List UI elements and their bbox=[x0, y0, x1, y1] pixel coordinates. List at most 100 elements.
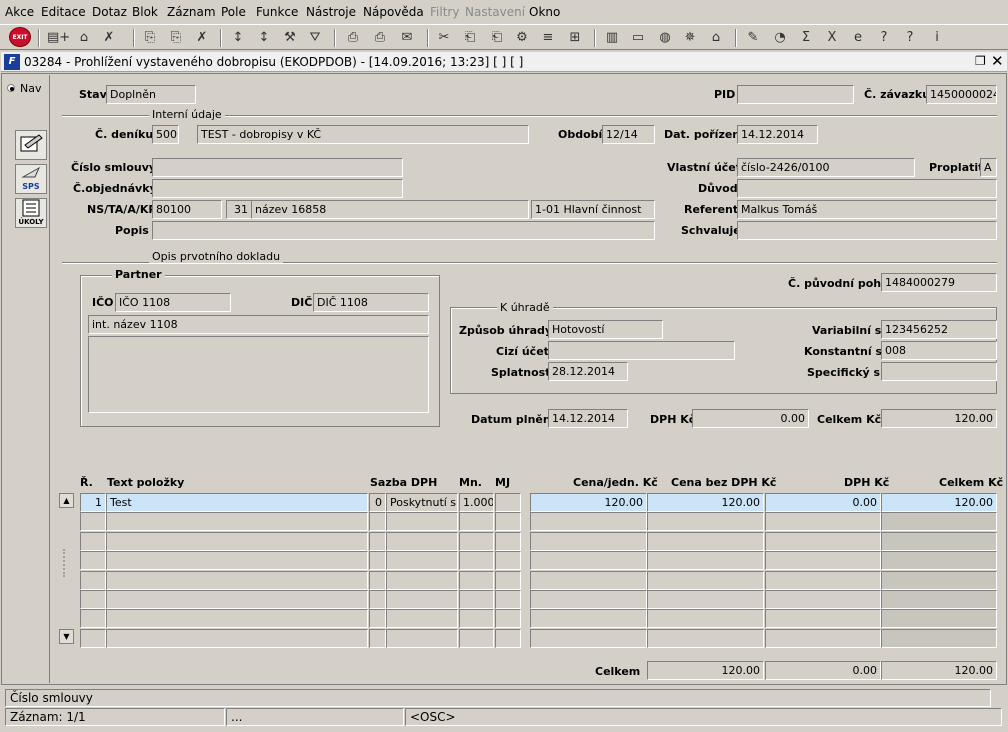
report-icon[interactable]: ▥ bbox=[602, 28, 622, 48]
menu-8[interactable]: Nápověda bbox=[363, 5, 424, 19]
edit-icon[interactable]: ✎ bbox=[743, 28, 763, 48]
ico-field[interactable]: IČO 1108 bbox=[115, 293, 231, 312]
table-cell[interactable] bbox=[106, 551, 368, 571]
row1-cena[interactable]: 120.00 bbox=[530, 493, 647, 512]
table-cell[interactable] bbox=[881, 609, 997, 629]
table-cell[interactable] bbox=[386, 628, 458, 648]
table-cell[interactable] bbox=[530, 551, 647, 571]
table-cell[interactable] bbox=[881, 551, 997, 571]
tree-icon[interactable]: ⊞ bbox=[565, 28, 585, 48]
ucet-field[interactable]: číslo-2426/0100 bbox=[737, 158, 915, 177]
menu-1[interactable]: Editace bbox=[41, 5, 86, 19]
table-cell[interactable] bbox=[459, 551, 494, 571]
table-cell[interactable] bbox=[495, 531, 521, 551]
copy-icon[interactable]: ⎘ bbox=[140, 28, 160, 48]
table-cell[interactable] bbox=[459, 609, 494, 629]
menu-0[interactable]: Akce bbox=[5, 5, 34, 19]
table-cell[interactable] bbox=[765, 570, 881, 590]
table-cell[interactable] bbox=[80, 590, 106, 609]
table-cell[interactable] bbox=[459, 570, 494, 590]
table-cell[interactable] bbox=[386, 590, 458, 609]
total-dph[interactable]: 0.00 bbox=[765, 661, 881, 680]
table-cell[interactable] bbox=[386, 531, 458, 551]
clear-icon[interactable]: ✗ bbox=[192, 28, 212, 48]
total-bezdph[interactable]: 120.00 bbox=[647, 661, 764, 680]
table-cell[interactable] bbox=[80, 628, 106, 648]
table-cell[interactable] bbox=[495, 590, 521, 609]
table-cell[interactable] bbox=[765, 609, 881, 629]
table-cell[interactable] bbox=[765, 590, 881, 609]
zpusob-field[interactable]: Hotovostí bbox=[548, 320, 663, 339]
filter-icon[interactable]: ⛛ bbox=[305, 28, 325, 48]
table-cell[interactable] bbox=[647, 512, 764, 532]
table-cell[interactable] bbox=[647, 609, 764, 629]
table-cell[interactable] bbox=[106, 628, 368, 648]
excel-icon[interactable]: X bbox=[822, 28, 842, 48]
print-icon[interactable]: ⎙ bbox=[343, 28, 363, 48]
table-cell[interactable] bbox=[369, 551, 386, 571]
table-cell[interactable] bbox=[530, 628, 647, 648]
splatnost-field[interactable]: 28.12.2014 bbox=[548, 362, 628, 381]
pid-field[interactable] bbox=[737, 85, 854, 104]
table-cell[interactable] bbox=[647, 570, 764, 590]
sps-button[interactable]: SPS bbox=[15, 164, 47, 194]
puvodni-field[interactable]: 1484000279 bbox=[881, 273, 997, 292]
vs-field[interactable]: 123456252 bbox=[881, 320, 997, 339]
sort-asc-icon[interactable]: ↕ bbox=[228, 28, 248, 48]
table-cell[interactable] bbox=[106, 570, 368, 590]
insert-record-icon[interactable]: ▤+ bbox=[47, 28, 70, 48]
table-cell[interactable] bbox=[881, 512, 997, 532]
home-icon[interactable]: ⌂ bbox=[74, 28, 94, 48]
table-cell[interactable] bbox=[647, 551, 764, 571]
table-cell[interactable] bbox=[106, 531, 368, 551]
table-cell[interactable] bbox=[765, 551, 881, 571]
total-celkem[interactable]: 120.00 bbox=[881, 661, 997, 680]
stav-field[interactable]: Doplněn bbox=[106, 85, 196, 104]
settings-icon[interactable]: ⚙ bbox=[512, 28, 532, 48]
scroll-thumb[interactable] bbox=[63, 549, 70, 577]
items-scrollbar[interactable]: ▲ ▼ bbox=[59, 493, 75, 645]
home-alt-icon[interactable]: ⌂ bbox=[706, 28, 726, 48]
exit-button[interactable]: EXIT bbox=[9, 27, 31, 47]
table-cell[interactable] bbox=[647, 590, 764, 609]
duplicate-icon[interactable]: ⎘ bbox=[166, 28, 186, 48]
table-cell[interactable] bbox=[369, 628, 386, 648]
row1-dph[interactable]: 0.00 bbox=[765, 493, 881, 512]
ss-field[interactable] bbox=[881, 362, 997, 381]
table-cell[interactable] bbox=[495, 628, 521, 648]
scroll-down-icon[interactable]: ▼ bbox=[59, 629, 74, 644]
table-cell[interactable] bbox=[530, 512, 647, 532]
ta-field[interactable]: 31 bbox=[226, 200, 252, 219]
partner-name-field[interactable]: int. název 1108 bbox=[88, 315, 429, 334]
popis-field[interactable] bbox=[152, 221, 655, 240]
objednavka-field[interactable] bbox=[152, 179, 403, 198]
ukoly-button[interactable]: ÚKOLY bbox=[15, 198, 47, 228]
browser-icon[interactable]: e bbox=[848, 28, 868, 48]
restore-window-icon[interactable]: ❐ bbox=[975, 54, 986, 68]
table-cell[interactable] bbox=[530, 590, 647, 609]
row1-mn[interactable]: 1.000 bbox=[459, 493, 494, 512]
table-cell[interactable] bbox=[80, 570, 106, 590]
table-cell[interactable] bbox=[369, 590, 386, 609]
close-window-icon[interactable]: ✕ bbox=[991, 52, 1004, 70]
table-cell[interactable] bbox=[369, 570, 386, 590]
row1-celkem[interactable]: 120.00 bbox=[881, 493, 997, 512]
table-cell[interactable] bbox=[459, 628, 494, 648]
globe-icon[interactable]: ◍ bbox=[655, 28, 675, 48]
table-cell[interactable] bbox=[881, 628, 997, 648]
sum-icon[interactable]: Σ bbox=[796, 28, 816, 48]
celkem-field[interactable]: 120.00 bbox=[881, 409, 997, 428]
delete-record-icon[interactable]: ✗ bbox=[99, 28, 119, 48]
referent-field[interactable]: Malkus Tomáš bbox=[737, 200, 997, 219]
denik-field[interactable]: 500 bbox=[152, 125, 179, 144]
menu-3[interactable]: Blok bbox=[132, 5, 158, 19]
a-field[interactable]: název 16858 bbox=[251, 200, 529, 219]
table-cell[interactable] bbox=[495, 512, 521, 532]
cizi-field[interactable] bbox=[548, 341, 735, 360]
table-cell[interactable] bbox=[106, 609, 368, 629]
sign-document-button[interactable] bbox=[15, 130, 47, 160]
porizeni-field[interactable]: 14.12.2014 bbox=[737, 125, 818, 144]
menu-11[interactable]: Okno bbox=[529, 5, 560, 19]
menu-9[interactable]: Filtry bbox=[430, 5, 459, 19]
table-cell[interactable] bbox=[495, 570, 521, 590]
